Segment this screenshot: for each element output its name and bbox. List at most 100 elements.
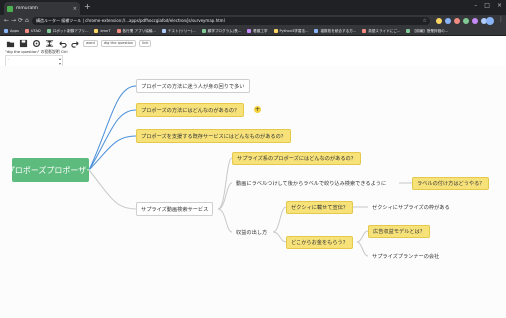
- forward-button[interactable]: →: [11, 17, 16, 25]
- redo-icon[interactable]: [70, 38, 80, 48]
- bookmark-item[interactable]: 【前編】授業評価の...: [406, 29, 448, 34]
- bookmark-icon: [273, 29, 278, 33]
- bookmark-label: 英語スライドにご...: [368, 28, 401, 33]
- dig-question-chip[interactable]: dig the question: [100, 39, 137, 47]
- reload-button[interactable]: ⟳: [18, 17, 23, 25]
- bookmark-item[interactable]: kmnT: [94, 29, 111, 33]
- mindmap-question-node[interactable]: ゼクシィに載せて宣伝？: [286, 201, 354, 214]
- mindmap-root-node[interactable]: プロポーズプロポーザー: [7, 158, 94, 182]
- bookmark-label: 各行業 アプリ協議...: [122, 28, 156, 33]
- edge-n4-n8: [217, 208, 233, 233]
- edge-n4-n5: [217, 157, 233, 210]
- extension-icon[interactable]: [472, 18, 478, 24]
- bookmark-label: 【前編】授業評価の...: [412, 28, 449, 33]
- bookmark-item[interactable]: テスト(ツリー)...: [161, 28, 196, 34]
- mindmap-question-node[interactable]: プロポーズの方法にはどんなのがあるの？: [136, 103, 245, 117]
- mindmap-node[interactable]: 収益の出し方: [232, 226, 271, 239]
- edge-root-n4: [88, 169, 137, 210]
- mindmap-question-node[interactable]: どこからお金をもらう？: [286, 236, 353, 249]
- edge-n8-n9: [272, 206, 287, 233]
- folder-icon[interactable]: [5, 38, 15, 48]
- bookmark-icon: [24, 29, 29, 33]
- expand-icon[interactable]: [44, 38, 54, 48]
- bookmark-icon: [4, 29, 8, 33]
- extension-icon[interactable]: [436, 18, 442, 24]
- mindmap-node[interactable]: サプライズ動画検索サービス: [136, 202, 214, 216]
- stepper-arrows-icon[interactable]: ▴ ▾: [59, 56, 61, 66]
- bookmark-label: kmnT: [100, 29, 111, 33]
- mindmap-question-node[interactable]: ラベルの付け方はどうやる？: [412, 177, 490, 190]
- mindmap-node[interactable]: ゼクシィにサプライズの枠がある: [368, 201, 454, 214]
- url-input[interactable]: 構造ルーター 候補ツール | chrome-extension://...app…: [32, 17, 430, 25]
- bookmark-icon: [247, 29, 252, 33]
- word-chip[interactable]: word: [83, 39, 98, 47]
- undo-icon[interactable]: [57, 38, 67, 48]
- mindmap-canvas[interactable]: プロポーズプロポーザー プロポーズの方法に迷う人が身の回りで多い プロポーズの方…: [0, 66, 506, 318]
- url-text: 構造ルーター 候補ツール | chrome-extension://...app…: [36, 18, 225, 23]
- mindmap-question-node[interactable]: 広告収益モデルとは？: [368, 225, 430, 238]
- gear-icon[interactable]: [31, 38, 41, 48]
- bookmark-label: 看護工学: [253, 28, 268, 33]
- extension-icon[interactable]: [445, 18, 451, 24]
- bookmark-icon: [94, 29, 99, 33]
- extension-icon[interactable]: [463, 18, 469, 24]
- bookmark-icon: [362, 29, 367, 33]
- bookmark-item[interactable]: UTAD: [24, 29, 41, 33]
- mindmap-question-node[interactable]: サプライズ系のプロポーズにはどんなのがあるの？: [232, 152, 361, 165]
- property-value: -: [8, 57, 10, 61]
- bookmark-star-icon[interactable]: ☆: [423, 17, 427, 25]
- bookmark-icon: [116, 29, 121, 33]
- mindmap-node[interactable]: 動画にラベルつけして後からラベルで絞り込み検索できるように: [232, 177, 390, 190]
- window-controls: – □ ×: [474, 2, 502, 9]
- browser-tab-strip: mmurahh × + – □ ×: [0, 0, 506, 15]
- save-icon[interactable]: [18, 38, 28, 48]
- edge-n11-n13: [356, 241, 369, 257]
- maximize-button[interactable]: □: [484, 2, 490, 9]
- link-chip[interactable]: link: [139, 39, 152, 47]
- edge-n8-n11: [272, 231, 287, 243]
- mindmap-node[interactable]: プロポーズの方法に迷う人が身の回りで多い: [136, 79, 250, 93]
- tab-title: mmurahh: [16, 6, 38, 11]
- bookmark-icon: [46, 29, 51, 33]
- add-child-button[interactable]: +: [254, 106, 261, 113]
- home-button[interactable]: ⌂: [25, 17, 29, 25]
- description-extra: Ctrl: [60, 49, 68, 54]
- mindmap-node[interactable]: サプライズプランナーの会社: [368, 250, 443, 263]
- bookmark-item[interactable]: 顧学プログラム(長...: [201, 28, 242, 34]
- bookmark-label: UTAD: [30, 29, 41, 33]
- bookmark-item[interactable]: 英語スライドにご...: [362, 29, 400, 34]
- back-button[interactable]: ←: [4, 17, 9, 25]
- bookmark-icon: [314, 29, 319, 33]
- mindmap-question-node[interactable]: プロポーズを支援する既存サービスにはどんなものがあるの？: [136, 129, 291, 143]
- new-tab-button[interactable]: +: [84, 2, 91, 12]
- extension-icon[interactable]: [454, 18, 460, 24]
- tab-favicon-icon: [7, 5, 13, 12]
- bookmark-icon: [201, 29, 206, 33]
- bookmark-icon: [406, 29, 411, 33]
- bookmarks-bar: Apps UTAD ロボット制御アプリ... kmnT 各行業 アプリ協議... テスト(…: [0, 27, 506, 36]
- edge-n11-n12: [356, 230, 369, 243]
- bookmark-label: Python3学習法...: [279, 28, 309, 33]
- bookmark-item[interactable]: Python3学習法...: [273, 28, 309, 34]
- bookmark-icon: [161, 29, 166, 33]
- app-toolbar: word dig the question link: [0, 37, 506, 49]
- bookmark-item[interactable]: Apps: [4, 29, 19, 33]
- bookmark-label: ロボット制御アプリ...: [52, 28, 89, 33]
- bookmark-item[interactable]: 各行業 アプリ協議...: [116, 28, 156, 34]
- bookmark-item[interactable]: 看護工学: [247, 28, 268, 34]
- profile-avatar[interactable]: [486, 17, 494, 25]
- bookmark-label: 複数枚を統合する方...: [320, 28, 357, 33]
- bookmark-label: 顧学プログラム(長...: [207, 28, 242, 33]
- extension-icons: [436, 18, 487, 24]
- tab-close-icon[interactable]: ×: [73, 6, 77, 12]
- close-window-button[interactable]: ×: [497, 2, 502, 9]
- description-text: "dig the question" の投影説明: [5, 49, 60, 54]
- bookmark-item[interactable]: 複数枚を統合する方...: [314, 29, 356, 34]
- minimize-button[interactable]: –: [474, 2, 477, 9]
- edge-root-n2: [88, 109, 137, 171]
- bookmark-item[interactable]: ロボット制御アプリ...: [46, 28, 89, 34]
- browser-tab[interactable]: mmurahh ×: [4, 2, 80, 15]
- browser-menu-icon[interactable]: ⋮: [498, 16, 504, 23]
- bookmark-label: テスト(ツリー)...: [167, 28, 196, 33]
- address-bar: ← → ⟳ ⌂ 構造ルーター 候補ツール | chrome-extension:…: [0, 15, 506, 27]
